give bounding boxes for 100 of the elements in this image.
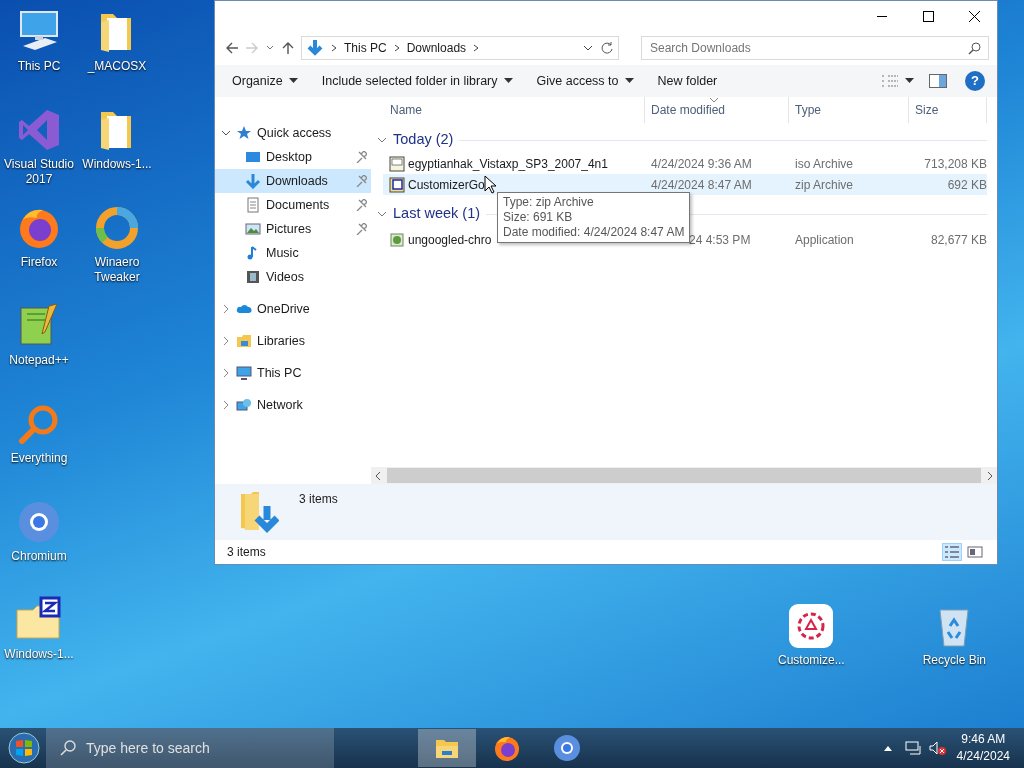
desktop-icon-label[interactable]: Visual Studio 2017 xyxy=(0,157,78,187)
down-arrow-icon xyxy=(306,39,324,57)
scrollbar-thumb[interactable] xyxy=(387,468,981,483)
breadcrumb-item[interactable]: This PC xyxy=(344,39,387,57)
desktop-icon-label[interactable]: Windows-1... xyxy=(82,157,152,172)
chevron-icon[interactable] xyxy=(392,43,401,53)
status-text: 3 items xyxy=(227,544,266,561)
preview-pane-icon[interactable] xyxy=(929,74,947,88)
column-header[interactable]: Size xyxy=(909,97,987,123)
minimize-icon xyxy=(877,14,887,18)
network-icon[interactable] xyxy=(904,740,923,756)
installer-icon xyxy=(389,232,405,248)
caret-icon xyxy=(905,78,914,84)
ring-logo-icon xyxy=(553,734,581,762)
refresh-icon[interactable] xyxy=(600,41,614,55)
help-button[interactable]: ? xyxy=(965,71,985,91)
collapsed-chevron-icon[interactable] xyxy=(221,304,231,314)
nav-item[interactable]: Network xyxy=(215,393,371,417)
library-folder-icon xyxy=(236,333,252,349)
group-header[interactable]: Today (2) xyxy=(393,129,454,151)
pin-icon xyxy=(355,151,367,163)
desktop-icon-label[interactable]: Winaero Tweaker xyxy=(78,255,156,285)
download-folder-icon xyxy=(239,490,279,534)
back-arrow-icon[interactable] xyxy=(225,41,239,55)
file-name[interactable]: ungoogled-chro xyxy=(408,231,492,249)
muted-speaker-icon[interactable] xyxy=(928,740,947,756)
nav-item[interactable]: This PC xyxy=(215,361,371,385)
group-header[interactable]: Last week (1) xyxy=(393,203,481,225)
nav-item[interactable]: Music xyxy=(215,241,371,265)
desktop-icon-label[interactable]: _MACOSX xyxy=(87,59,147,74)
nav-item[interactable]: Downloads xyxy=(215,169,371,193)
pin-icon xyxy=(355,223,367,235)
file-size: 713,208 KB xyxy=(923,155,987,173)
column-header[interactable]: Type xyxy=(789,97,909,123)
desktop-icon xyxy=(245,149,261,165)
pin-icon xyxy=(355,199,367,211)
close-icon xyxy=(968,10,980,22)
zip-archive-icon xyxy=(389,176,405,193)
file-size: 692 KB xyxy=(946,176,987,194)
column-header[interactable]: Date modified xyxy=(645,97,789,123)
toolbar-button[interactable]: Include selected folder in library xyxy=(312,67,522,95)
horizontal-scrollbar[interactable] xyxy=(371,467,997,484)
nav-item[interactable]: Documents xyxy=(215,193,371,217)
swirl-icon xyxy=(93,204,141,252)
expanded-chevron-icon[interactable] xyxy=(377,209,387,219)
collapsed-chevron-icon[interactable] xyxy=(221,368,231,378)
search-icon xyxy=(60,740,76,756)
clock[interactable]: 9:46 AM 4/24/2024 xyxy=(956,731,1010,765)
file-name[interactable]: CustomizerGo xyxy=(408,175,485,194)
address-bar[interactable]: This PC Downloads xyxy=(301,36,619,60)
file-type: iso Archive xyxy=(794,155,855,173)
dropdown-caret-icon[interactable] xyxy=(582,43,594,53)
down-arrow-icon xyxy=(245,173,261,189)
pin-icon xyxy=(355,175,367,187)
picture-icon xyxy=(245,221,261,237)
file-name[interactable]: egyptianhak_Vistaxp_SP3_2007_4n1 xyxy=(408,154,608,173)
breadcrumb-item[interactable]: Downloads xyxy=(406,39,467,57)
search-field[interactable]: Search Downloads xyxy=(641,36,989,60)
mouse-pointer-icon xyxy=(484,175,498,195)
document-icon xyxy=(245,197,261,213)
nav-item[interactable]: Videos xyxy=(215,265,371,289)
chevron-icon[interactable] xyxy=(472,43,481,53)
column-header[interactable]: Name xyxy=(371,97,645,123)
details-summary: 3 items xyxy=(299,491,338,508)
nav-item[interactable]: Quick access xyxy=(215,121,371,145)
chevron-icon xyxy=(330,43,338,53)
fox-globe-icon xyxy=(493,734,521,762)
toolbar-button[interactable]: Organize xyxy=(223,67,307,95)
expanded-chevron-icon[interactable] xyxy=(221,128,231,138)
up-arrow-icon[interactable] xyxy=(281,41,295,55)
nav-item[interactable]: Desktop xyxy=(215,145,371,169)
collapsed-chevron-icon[interactable] xyxy=(221,400,231,410)
tiles-view-button[interactable] xyxy=(965,543,985,561)
monitor-icon xyxy=(236,365,252,381)
desktop-icon-label[interactable]: Everything xyxy=(10,451,68,466)
nav-item[interactable]: OneDrive xyxy=(215,297,371,321)
show-hidden-icons-icon[interactable] xyxy=(882,744,893,752)
toolbar-button[interactable]: New folder xyxy=(648,67,727,95)
desktop-icon-label[interactable]: Firefox xyxy=(20,255,58,270)
file-type: zip Archive xyxy=(794,176,855,194)
details-view-button[interactable] xyxy=(942,543,962,561)
nav-item[interactable]: Libraries xyxy=(215,329,371,353)
caret-icon xyxy=(288,78,298,84)
file-date: 24 4:53 PM xyxy=(689,233,751,247)
tooltip-line: Date modified: 4/24/2024 8:47 AM xyxy=(503,225,685,240)
desktop-icon-label[interactable]: This PC xyxy=(17,59,61,74)
tooltip-line: Size: 691 KB xyxy=(503,210,574,225)
file-size: 82,677 KB xyxy=(929,232,987,249)
file-date: 4/24/2024 9:36 AM xyxy=(651,156,752,171)
file-type: Application xyxy=(794,232,855,249)
nav-item[interactable]: Pictures xyxy=(215,217,371,241)
toolbar-button[interactable]: Give access to xyxy=(527,67,643,95)
caret-icon xyxy=(624,78,634,84)
desktop-icon-label[interactable]: Recycle Bin xyxy=(922,653,987,668)
expanded-chevron-icon[interactable] xyxy=(377,135,387,145)
collapsed-chevron-icon[interactable] xyxy=(221,336,231,346)
network-icon xyxy=(236,397,252,413)
desktop-icon-label[interactable]: Notepad++ xyxy=(9,353,69,368)
film-icon xyxy=(245,269,261,285)
highlighted-file-row[interactable]: CustomizerGo 4/24/2024 8:47 AM zip Archive 692 KB xyxy=(383,174,987,195)
